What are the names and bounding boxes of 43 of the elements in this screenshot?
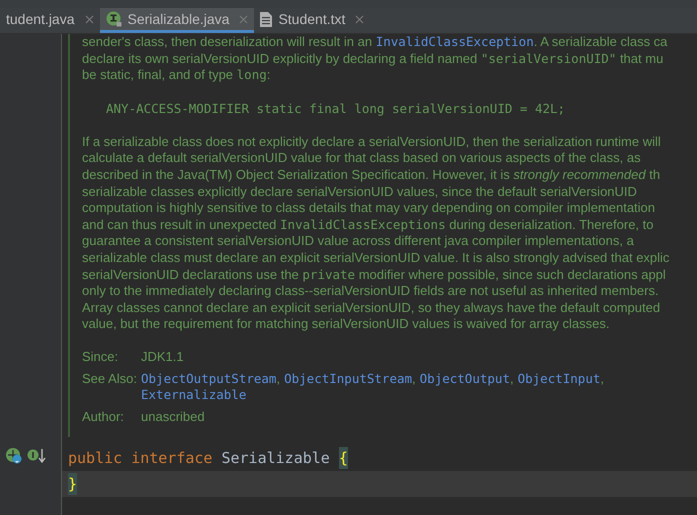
doc-text-line: guarantee a consistent serialVersionUID value across different java compiler implementations, a <box>82 233 634 250</box>
doc-text-line: serializable classes explicitly declare serialVersionUID values, since the default serialVersionUID <box>82 184 637 200</box>
doc-text-line: serialVersionUID declarations use the private modifier where possible, since such declarations appl <box>82 266 666 284</box>
doc-text-line: be static, final, and of type long: <box>82 67 270 84</box>
doc-text: . A serializable class ca <box>534 34 668 49</box>
doc-text-line: serializable class must declare an explicit serialVersionUID value. It is also strongly advised that explic <box>82 250 670 267</box>
doc-link[interactable]: ObjectOutputStream, <box>141 370 280 386</box>
code-sample: ANY-ACCESS-MODIFIER static final long serialVersionUID = 42L; <box>105 100 566 118</box>
keyword: interface <box>131 448 212 469</box>
doc-link[interactable]: InvalidClassException <box>376 34 534 49</box>
editor-tab[interactable]: tudent.java <box>0 8 100 33</box>
interface-icon <box>106 11 122 27</box>
implemented-icon[interactable] <box>5 447 23 465</box>
keyword: public <box>68 448 122 469</box>
doc-text-line: calculate a default serialVersionUID value for that class based on various aspects of the class, as <box>82 150 641 167</box>
doc-text-line: declare its own serialVersionUID explicitly by declaring a field named "serialVersionUID" that mu <box>82 50 664 68</box>
doc-text-line: JDK1.1 <box>141 348 184 366</box>
identifier: Serializable <box>221 448 330 469</box>
doc-link[interactable]: ObjectInputStream, <box>284 370 416 386</box>
brace: { <box>338 446 348 470</box>
doc-text-line: only to the immediately declaring class--serialVersionUID fields are not useful as inherited members. <box>82 283 659 300</box>
doc-tag-label: Since: <box>82 348 120 366</box>
doc-text-line: unascribed <box>141 408 205 426</box>
doc-text-line: described in the Java(TM) Object Serialization Specification. However, it is strongly recommended th <box>82 166 660 184</box>
doc-tag-label: Author: <box>82 408 125 426</box>
close-icon[interactable] <box>84 14 94 24</box>
doc-link[interactable]: ObjectOutput, <box>420 370 514 386</box>
doc-link[interactable]: Externalizable <box>141 387 246 402</box>
close-icon[interactable] <box>355 14 364 24</box>
editor-tab[interactable]: Serializable.java <box>100 8 254 33</box>
interface-down-arrow-icon[interactable] <box>27 447 47 465</box>
doc-text-line: Array classes cannot declare an explicit serialVersionUID, so they always have the default computed <box>82 300 660 316</box>
doc-text: sender's class, then deserialization will result in an <box>82 34 374 49</box>
editor-tab[interactable]: Student.txt <box>254 8 370 33</box>
text-file-icon <box>260 12 272 26</box>
brace: } <box>68 472 78 496</box>
doc-tag-label: See Also: <box>82 370 138 388</box>
close-icon[interactable] <box>239 14 248 24</box>
doc-text-line: If a serializable class does not explicitly declare a serialVersionUID, then the serialization runtime will <box>82 134 661 150</box>
doc-text-line: and can thus result in unexpected InvalidClassExceptions during deserialization. Therefore, to <box>82 216 654 234</box>
doc-text-line: computation is highly sensitive to class details that may vary depending on compiler implementation <box>82 200 656 217</box>
doc-link[interactable]: ObjectInput, <box>518 370 604 386</box>
doc-text-line: value, but the requirement for matching serialVersionUID values is waived for array classes. <box>82 316 610 333</box>
